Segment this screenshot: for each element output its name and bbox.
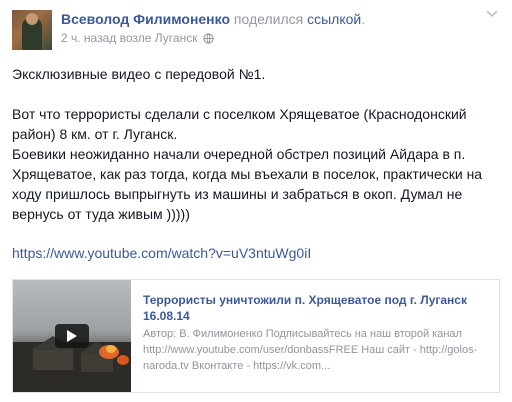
play-icon[interactable] bbox=[55, 324, 89, 348]
link-description: Автор: В. Филимоненко Подписывайтесь на … bbox=[143, 328, 478, 372]
shared-suffix: . bbox=[361, 11, 366, 27]
post-time[interactable]: 2 ч. назад bbox=[61, 31, 116, 45]
post-header: Всеволод Филимоненко поделился ссылкой. bbox=[61, 11, 365, 27]
avatar-head bbox=[26, 13, 38, 25]
post-paragraph-2-line-2: Боевики неожиданно начали очередной обст… bbox=[12, 146, 483, 222]
shared-text: поделился ссылкой. bbox=[234, 11, 365, 27]
chevron-down-icon[interactable] bbox=[482, 6, 502, 22]
video-thumbnail[interactable] bbox=[13, 280, 131, 392]
post-body: Эксклюзивные видео с передовой №1. Вот ч… bbox=[12, 64, 502, 224]
avatar[interactable] bbox=[12, 10, 52, 50]
post-paragraph-1: Эксклюзивные видео с передовой №1. bbox=[12, 66, 266, 82]
globe-icon[interactable] bbox=[203, 32, 215, 44]
link-preview-card[interactable]: Террористы уничтожили п. Хрящеватое под … bbox=[12, 279, 500, 393]
post-meta: 2 ч. назад возле Луганск bbox=[61, 31, 215, 45]
feed-post: Всеволод Филимоненко поделился ссылкой. … bbox=[0, 0, 512, 402]
post-paragraph-2-line-1: Вот что террористы сделали с поселком Хр… bbox=[12, 106, 467, 142]
shared-link-word[interactable]: ссылкой bbox=[307, 11, 361, 27]
location-prefix: возле bbox=[116, 31, 155, 45]
link-title[interactable]: Террористы уничтожили п. Хрящеватое под … bbox=[143, 292, 493, 324]
post-url-link[interactable]: https://www.youtube.com/watch?v=uV3ntuWg… bbox=[12, 245, 311, 261]
post-location[interactable]: Луганск bbox=[155, 31, 198, 45]
shared-verb: поделился bbox=[233, 11, 304, 27]
author-name[interactable]: Всеволод Филимоненко bbox=[61, 11, 230, 27]
